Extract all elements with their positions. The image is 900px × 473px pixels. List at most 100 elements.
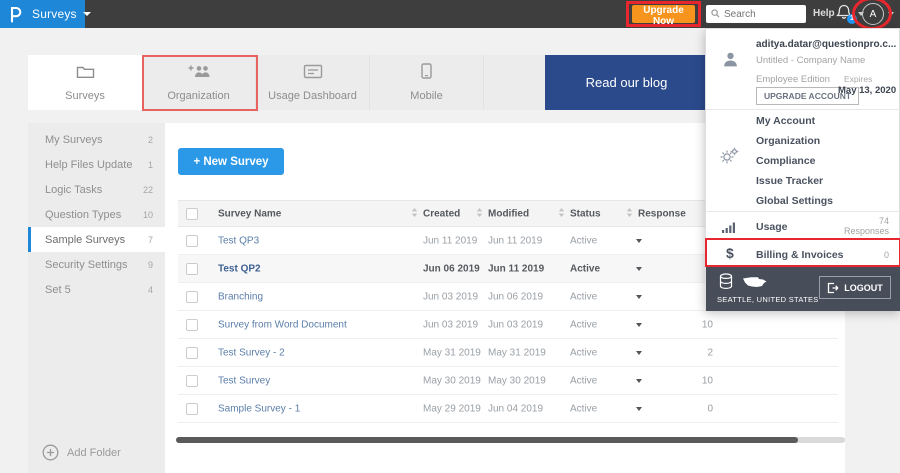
horizontal-scrollbar-track[interactable] — [176, 437, 845, 443]
status-dropdown-caret[interactable] — [636, 266, 642, 271]
upgrade-now-button[interactable]: Upgrade Now — [632, 5, 695, 27]
survey-name-link[interactable]: Test Survey - 2 — [218, 347, 285, 358]
organization-people-icon — [187, 64, 211, 84]
modified-date: Jun 03 2019 — [488, 319, 544, 330]
created-date: May 29 2019 — [423, 403, 481, 414]
survey-name-link[interactable]: Test Survey — [218, 375, 270, 386]
tab-surveys[interactable]: Surveys — [28, 55, 142, 110]
menu-item-global-settings[interactable]: Global Settings — [706, 191, 900, 211]
sidebar-item-set-5[interactable]: Set 5 4 — [28, 277, 165, 302]
read-our-blog-button[interactable]: Read our blog — [545, 55, 708, 110]
account-email: aditya.datar@questionpro.c... — [756, 39, 897, 50]
usage-unit: Responses — [843, 226, 889, 236]
status-dropdown-caret[interactable] — [636, 322, 642, 327]
sidebar-item-my-surveys[interactable]: My Surveys 2 — [28, 127, 165, 152]
status-value: Active — [570, 347, 598, 358]
expires-label: Expires — [844, 74, 873, 84]
logout-button[interactable]: LOGOUT — [819, 276, 891, 299]
chevron-down-icon — [82, 12, 91, 16]
sidebar-item-logic-tasks[interactable]: Logic Tasks 22 — [28, 177, 165, 202]
status-dropdown-caret[interactable] — [636, 378, 642, 383]
row-checkbox[interactable] — [186, 346, 198, 359]
sidebar-item-security-settings[interactable]: Security Settings 9 — [28, 252, 165, 277]
response-count: 10 — [701, 319, 713, 330]
server-location-label: SEATTLE, UNITED STATES — [717, 295, 819, 304]
created-date: May 30 2019 — [423, 375, 481, 386]
created-date: Jun 06 2019 — [423, 263, 480, 274]
tab-mobile[interactable]: Mobile — [370, 55, 484, 110]
folder-count: 10 — [142, 209, 153, 220]
col-header-response[interactable]: Response — [638, 208, 686, 219]
folder-label: My Surveys — [45, 133, 103, 146]
menu-item-usage[interactable]: Usage 74 Responses — [706, 213, 900, 240]
status-value: Active — [570, 375, 598, 386]
survey-name-link[interactable]: Survey from Word Document — [218, 319, 347, 330]
module-tabs: Surveys Organization Usage Dashboard Mob… — [28, 55, 545, 110]
menu-item-my-account[interactable]: My Account — [706, 111, 900, 131]
sidebar-item-sample-surveys[interactable]: Sample Surveys 7 — [28, 227, 165, 252]
created-date: May 31 2019 — [423, 347, 481, 358]
account-chevron-icon[interactable] — [888, 12, 894, 16]
logout-label: LOGOUT — [844, 282, 883, 293]
row-checkbox[interactable] — [186, 234, 198, 247]
help-link[interactable]: Help — [813, 8, 835, 19]
gears-icon — [720, 147, 739, 171]
account-edition: Employee Edition — [756, 74, 830, 85]
app-logo-block[interactable]: Surveys — [0, 0, 91, 28]
app-switcher[interactable]: Surveys — [32, 7, 91, 21]
row-checkbox[interactable] — [186, 402, 198, 415]
response-count: 0 — [707, 403, 713, 414]
notification-count-badge: 1 — [847, 14, 857, 24]
folder-count: 9 — [147, 259, 153, 270]
sort-icon[interactable] — [626, 207, 633, 220]
row-checkbox[interactable] — [186, 262, 198, 275]
survey-name-link[interactable]: Branching — [218, 291, 263, 302]
folder-label: Help Files Update — [45, 158, 133, 171]
status-dropdown-caret[interactable] — [636, 294, 642, 299]
status-value: Active — [570, 235, 598, 246]
created-date: Jun 03 2019 — [423, 319, 479, 330]
survey-name-link[interactable]: Sample Survey - 1 — [218, 403, 300, 414]
sidebar-item-help-files-update[interactable]: Help Files Update 1 — [28, 152, 165, 177]
account-dropdown-panel: aditya.datar@questionpro.c... Untitled -… — [705, 28, 900, 311]
select-all-checkbox[interactable] — [186, 207, 198, 220]
tab-organization[interactable]: Organization — [142, 55, 256, 110]
sort-icon[interactable] — [558, 207, 565, 220]
account-panel-footer: SEATTLE, UNITED STATES LOGOUT — [706, 267, 900, 311]
avatar[interactable]: A — [862, 3, 884, 25]
status-value: Active — [570, 319, 598, 330]
status-value: Active — [570, 403, 598, 414]
notifications-bell[interactable]: 1 — [836, 4, 857, 24]
horizontal-scrollbar-thumb[interactable] — [176, 437, 798, 443]
dollar-icon: $ — [726, 245, 734, 261]
tab-label: Usage Dashboard — [268, 89, 357, 102]
search-input[interactable] — [724, 8, 796, 20]
row-checkbox[interactable] — [186, 318, 198, 331]
status-dropdown-caret[interactable] — [636, 350, 642, 355]
menu-item-billing-invoices[interactable]: $ Billing & Invoices 0 — [706, 241, 900, 268]
status-dropdown-caret[interactable] — [636, 238, 642, 243]
tab-usage-dashboard[interactable]: Usage Dashboard — [256, 55, 370, 110]
search-box[interactable] — [706, 5, 806, 23]
col-header-status[interactable]: Status — [570, 208, 601, 219]
status-dropdown-caret[interactable] — [636, 406, 642, 411]
mobile-phone-icon — [421, 63, 432, 84]
menu-item-issue-tracker[interactable]: Issue Tracker — [706, 171, 900, 191]
sort-icon[interactable] — [476, 207, 483, 220]
modified-date: Jun 11 2019 — [488, 235, 543, 246]
survey-name-link[interactable]: Test QP3 — [218, 235, 259, 246]
new-survey-button[interactable]: + New Survey — [178, 148, 284, 175]
col-header-survey-name[interactable]: Survey Name — [218, 208, 281, 219]
folder-label: Set 5 — [45, 283, 71, 296]
billing-label: Billing & Invoices — [756, 249, 844, 261]
survey-name-link[interactable]: Test QP2 — [218, 263, 261, 274]
col-header-modified[interactable]: Modified — [488, 208, 529, 219]
sidebar-item-question-types[interactable]: Question Types 10 — [28, 202, 165, 227]
modified-date: Jun 04 2019 — [488, 403, 544, 414]
table-row: Survey from Word Document Jun 03 2019 Ju… — [178, 311, 838, 339]
col-header-created[interactable]: Created — [423, 208, 460, 219]
row-checkbox[interactable] — [186, 290, 198, 303]
add-folder-button[interactable]: Add Folder — [42, 444, 121, 461]
sort-icon[interactable] — [411, 207, 418, 220]
row-checkbox[interactable] — [186, 374, 198, 387]
